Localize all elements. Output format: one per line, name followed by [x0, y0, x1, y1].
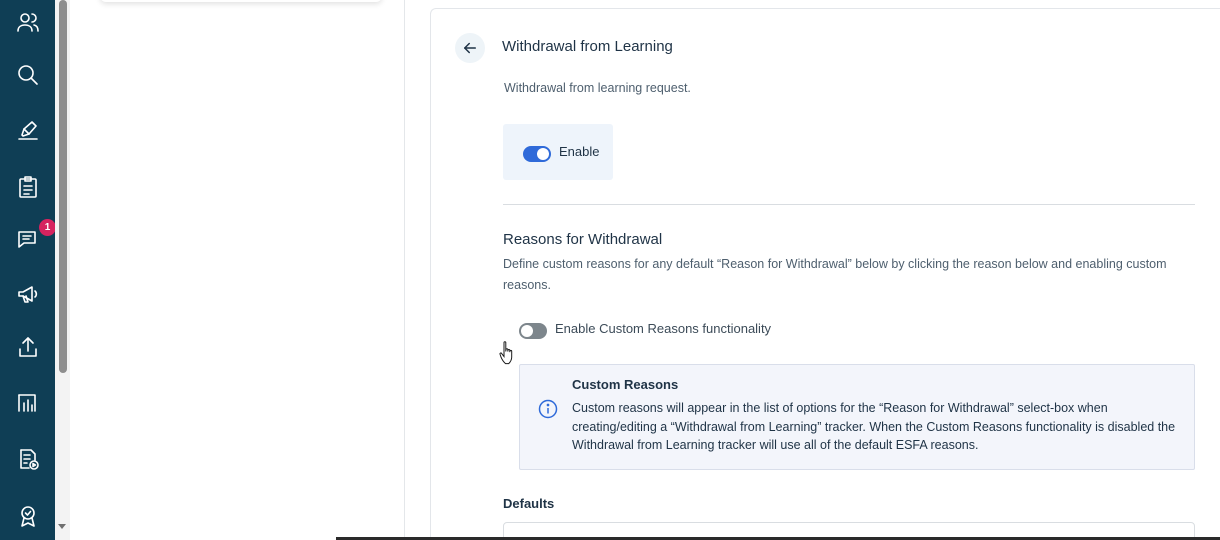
megaphone-icon	[17, 286, 37, 303]
sidebar-item-users[interactable]	[0, 2, 55, 42]
enable-toggle[interactable]	[523, 146, 551, 162]
users-icon	[16, 13, 39, 32]
hand-cursor-icon	[499, 341, 513, 365]
reasons-section-title: Reasons for Withdrawal	[503, 231, 663, 248]
defaults-title: Defaults	[503, 496, 555, 511]
sidebar-item-media[interactable]	[0, 439, 55, 479]
scrollbar-thumb[interactable]	[59, 0, 67, 373]
page-title: Withdrawal from Learning	[502, 38, 673, 55]
search-icon	[17, 65, 38, 85]
sidebar-item-messages[interactable]: 1	[0, 219, 56, 260]
custom-reasons-toggle[interactable]	[519, 323, 547, 339]
sidebar-item-awards[interactable]	[0, 496, 55, 536]
arrow-left-icon	[464, 42, 476, 54]
sidebar-item-search[interactable]	[0, 55, 55, 95]
sidebar-item-upload[interactable]	[0, 327, 55, 367]
info-box-text: Custom reasons will appear in the list o…	[572, 401, 1176, 452]
sidebar-item-pen[interactable]	[0, 110, 55, 150]
sidebar-item-megaphone[interactable]	[0, 274, 55, 314]
media-file-icon	[19, 449, 39, 470]
sidebar-item-clipboard[interactable]	[0, 167, 55, 207]
toggle-knob	[537, 148, 549, 160]
info-box-title: Custom Reasons	[572, 377, 679, 392]
back-button[interactable]	[455, 33, 485, 63]
custom-reasons-toggle-label: Enable Custom Reasons functionality	[555, 321, 772, 336]
clipboard-icon	[18, 176, 37, 198]
reasons-section-description: Define custom reasons for any default “R…	[503, 257, 1167, 292]
left-panel-card	[100, 0, 382, 2]
section-divider	[503, 204, 1195, 205]
upload-icon	[18, 337, 37, 357]
page-description: Withdrawal from learning request.	[504, 81, 691, 95]
panel-divider	[404, 0, 405, 540]
reports-icon	[17, 394, 36, 412]
messages-icon	[17, 231, 36, 248]
award-icon	[20, 506, 35, 527]
sidebar: 1	[0, 0, 56, 540]
enable-toggle-label: Enable	[559, 144, 600, 159]
info-icon	[538, 399, 558, 419]
pen-icon	[17, 121, 38, 140]
scroll-down-arrow-icon[interactable]	[58, 524, 66, 529]
sidebar-item-reports[interactable]	[0, 382, 55, 422]
notification-badge: 1	[39, 219, 56, 236]
toggle-knob	[521, 325, 533, 337]
